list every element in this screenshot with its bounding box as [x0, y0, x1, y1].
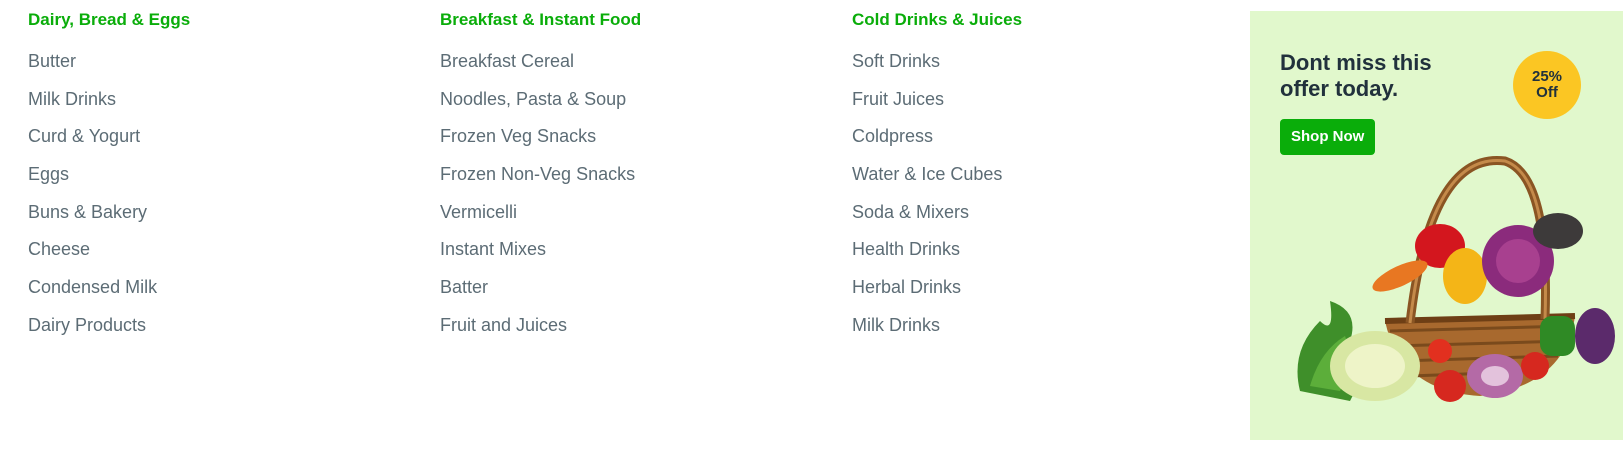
promo-banner: Dont miss this offer today. 25% Off Shop…	[1250, 11, 1623, 440]
list-item[interactable]: Fruit Juices	[852, 87, 1002, 125]
promo-title-line2: offer today.	[1280, 76, 1399, 101]
category-list-breakfast: Breakfast Cereal Noodles, Pasta & Soup F…	[440, 49, 635, 351]
shop-now-button[interactable]: Shop Now	[1280, 119, 1376, 155]
list-item[interactable]: Soft Drinks	[852, 49, 1002, 87]
discount-badge-percent: 25%	[1531, 68, 1563, 85]
list-item[interactable]: Milk Drinks	[28, 87, 157, 125]
vegetable-basket-image	[1297, 155, 1615, 402]
list-item[interactable]: Condensed Milk	[28, 275, 157, 313]
promo-title-line1: Dont miss this	[1280, 50, 1432, 75]
list-item[interactable]: Frozen Non-Veg Snacks	[440, 162, 635, 200]
list-item[interactable]: Frozen Veg Snacks	[440, 124, 635, 162]
list-item[interactable]: Dairy Products	[28, 313, 157, 351]
list-item[interactable]: Curd & Yogurt	[28, 124, 157, 162]
list-item[interactable]: Butter	[28, 49, 157, 87]
discount-badge-label: Off	[1536, 84, 1558, 101]
category-title-cold-drinks[interactable]: Cold Drinks & Juices	[852, 10, 1022, 30]
list-item[interactable]: Milk Drinks	[852, 313, 1002, 351]
category-list-cold-drinks: Soft Drinks Fruit Juices Coldpress Water…	[852, 49, 1002, 351]
promo-title: Dont miss this offer today.	[1280, 50, 1500, 102]
list-item[interactable]: Vermicelli	[440, 200, 635, 238]
category-list-dairy: Butter Milk Drinks Curd & Yogurt Eggs Bu…	[28, 49, 157, 351]
list-item[interactable]: Buns & Bakery	[28, 200, 157, 238]
list-item[interactable]: Breakfast Cereal	[440, 49, 635, 87]
discount-badge: 25% Off	[1513, 51, 1581, 119]
list-item[interactable]: Coldpress	[852, 124, 1002, 162]
list-item[interactable]: Batter	[440, 275, 635, 313]
list-item[interactable]: Instant Mixes	[440, 237, 635, 275]
list-item[interactable]: Cheese	[28, 237, 157, 275]
category-title-dairy[interactable]: Dairy, Bread & Eggs	[28, 10, 190, 30]
list-item[interactable]: Health Drinks	[852, 237, 1002, 275]
list-item[interactable]: Eggs	[28, 162, 157, 200]
list-item[interactable]: Fruit and Juices	[440, 313, 635, 351]
list-item[interactable]: Water & Ice Cubes	[852, 162, 1002, 200]
list-item[interactable]: Noodles, Pasta & Soup	[440, 87, 635, 125]
list-item[interactable]: Herbal Drinks	[852, 275, 1002, 313]
category-title-breakfast[interactable]: Breakfast & Instant Food	[440, 10, 641, 30]
list-item[interactable]: Soda & Mixers	[852, 200, 1002, 238]
